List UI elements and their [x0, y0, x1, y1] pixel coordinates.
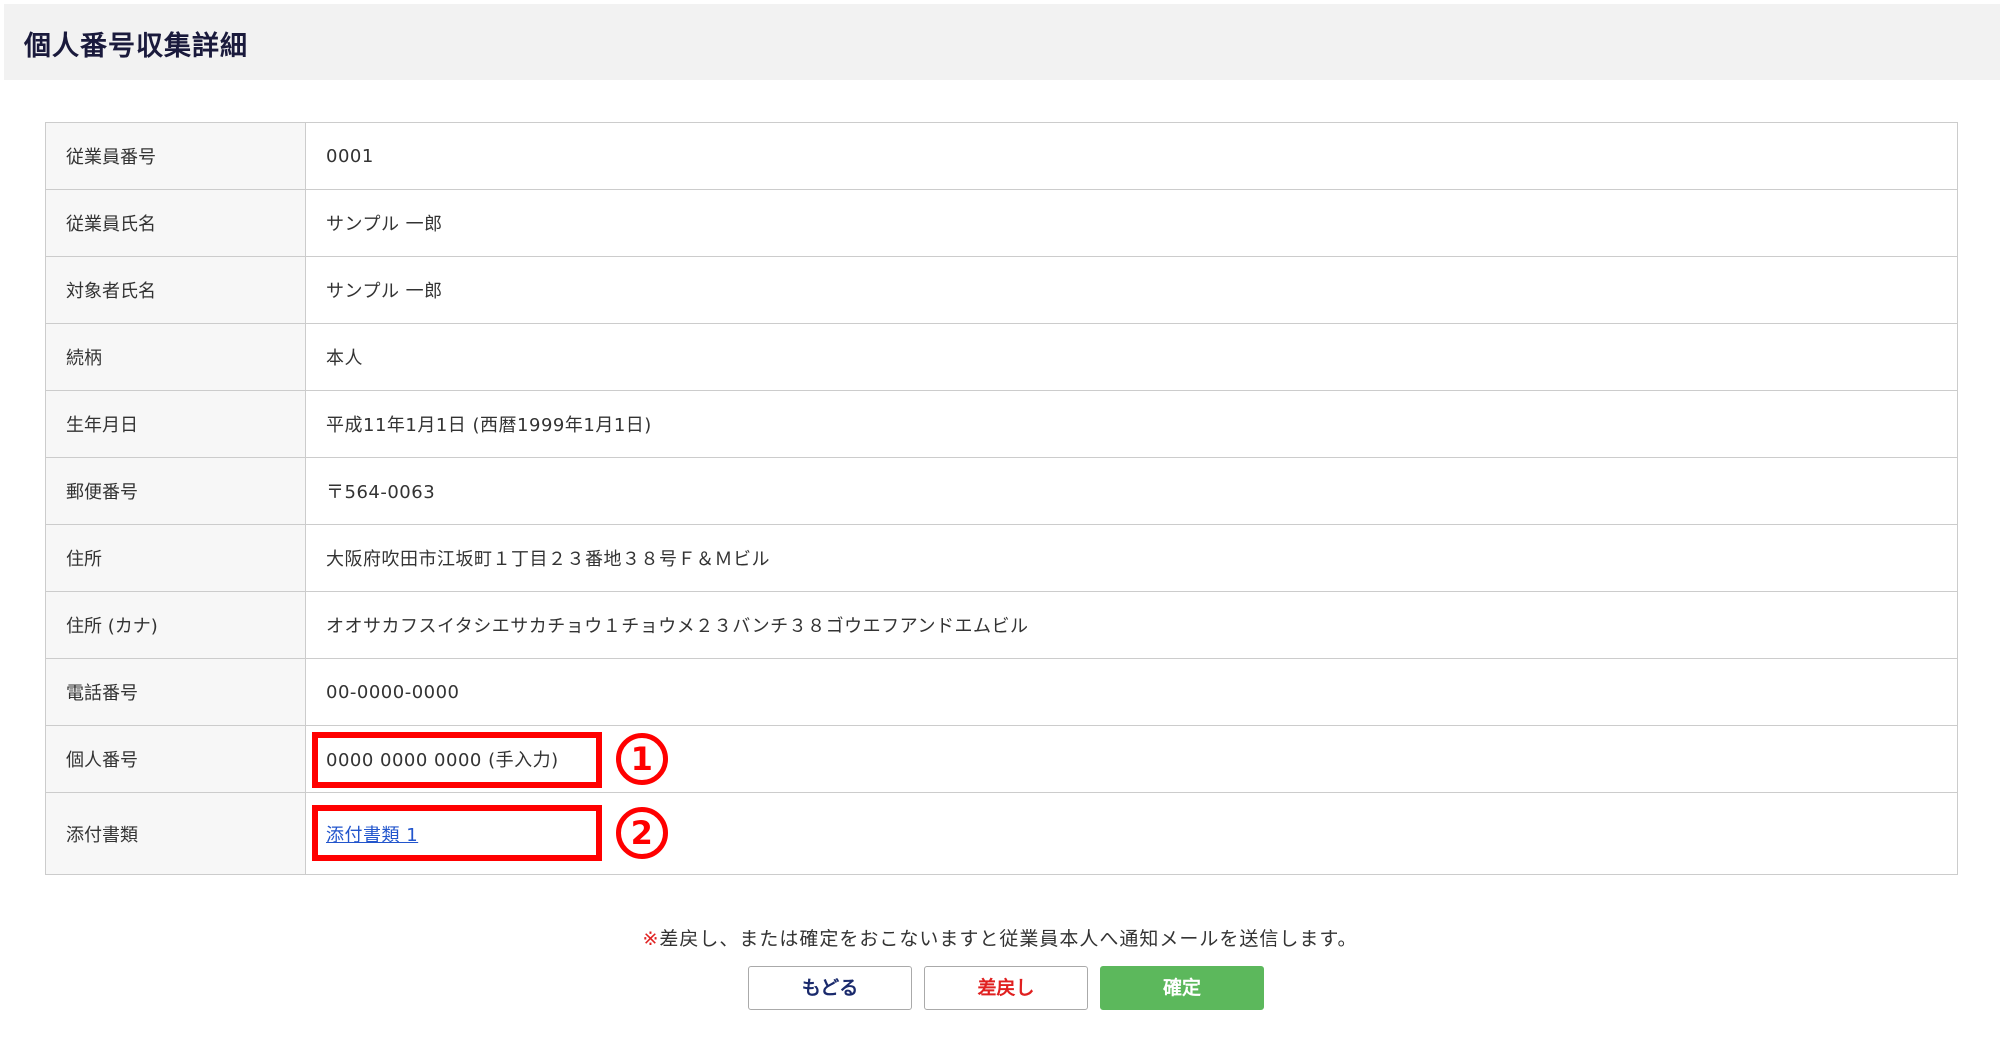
label-birthdate: 生年月日: [45, 390, 306, 458]
row-address: 住所 大阪府吹田市江坂町１丁目２３番地３８号Ｆ＆Ｍビル: [45, 524, 1958, 592]
page-title: 個人番号収集詳細: [24, 31, 248, 62]
row-attachment: 添付書類 添付書類 1 2: [45, 792, 1958, 875]
value-relationship: 本人: [305, 323, 1958, 391]
row-relationship: 続柄 本人: [45, 323, 1958, 391]
value-employee-name: サンプル 一郎: [305, 189, 1958, 257]
page-header: 個人番号収集詳細: [4, 4, 2000, 80]
label-address: 住所: [45, 524, 306, 592]
row-address-kana: 住所 (カナ) オオサカフスイタシエサカチョウ１チョウメ２３バンチ３８ゴウエフア…: [45, 591, 1958, 659]
value-employee-number: 0001: [305, 122, 1958, 190]
label-postal-code: 郵便番号: [45, 457, 306, 525]
label-employee-number: 従業員番号: [45, 122, 306, 190]
notice-text: ※差戻し、または確定をおこないますと従業員本人へ通知メールを送信します。: [0, 924, 2000, 951]
callout-number-2: 2: [616, 807, 668, 859]
confirm-button[interactable]: 確定: [1100, 966, 1264, 1010]
row-postal-code: 郵便番号 〒564-0063: [45, 457, 1958, 525]
row-employee-name: 従業員氏名 サンプル 一郎: [45, 189, 1958, 257]
value-subject-name: サンプル 一郎: [305, 256, 1958, 324]
value-address-kana: オオサカフスイタシエサカチョウ１チョウメ２３バンチ３８ゴウエフアンドエムビル: [305, 591, 1958, 659]
detail-table: 従業員番号 0001 従業員氏名 サンプル 一郎 対象者氏名 サンプル 一郎 続…: [45, 122, 1958, 875]
callout-box-2: [312, 805, 602, 861]
label-relationship: 続柄: [45, 323, 306, 391]
notice-mark: ※: [642, 928, 660, 950]
label-subject-name: 対象者氏名: [45, 256, 306, 324]
value-postal-code: 〒564-0063: [305, 457, 1958, 525]
label-attachment: 添付書類: [45, 792, 306, 875]
row-employee-number: 従業員番号 0001: [45, 122, 1958, 190]
value-birthdate: 平成11年1月1日 (西暦1999年1月1日): [305, 390, 1958, 458]
label-employee-name: 従業員氏名: [45, 189, 306, 257]
value-attachment: 添付書類 1 2: [305, 792, 1958, 875]
row-birthdate: 生年月日 平成11年1月1日 (西暦1999年1月1日): [45, 390, 1958, 458]
callout-box-1: [312, 732, 602, 788]
label-phone: 電話番号: [45, 658, 306, 726]
back-button[interactable]: もどる: [748, 966, 912, 1010]
notice-message: 差戻し、または確定をおこないますと従業員本人へ通知メールを送信します。: [659, 928, 1358, 950]
value-my-number: 0000 0000 0000 (手入力) 1: [305, 725, 1958, 793]
row-my-number: 個人番号 0000 0000 0000 (手入力) 1: [45, 725, 1958, 793]
row-phone: 電話番号 00-0000-0000: [45, 658, 1958, 726]
row-subject-name: 対象者氏名 サンプル 一郎: [45, 256, 1958, 324]
page: 個人番号収集詳細 従業員番号 0001 従業員氏名 サンプル 一郎 対象者氏名 …: [0, 0, 2000, 1041]
callout-number-1: 1: [616, 733, 668, 785]
label-my-number: 個人番号: [45, 725, 306, 793]
send-back-button[interactable]: 差戻し: [924, 966, 1088, 1010]
value-phone: 00-0000-0000: [305, 658, 1958, 726]
value-address: 大阪府吹田市江坂町１丁目２３番地３８号Ｆ＆Ｍビル: [305, 524, 1958, 592]
label-address-kana: 住所 (カナ): [45, 591, 306, 659]
